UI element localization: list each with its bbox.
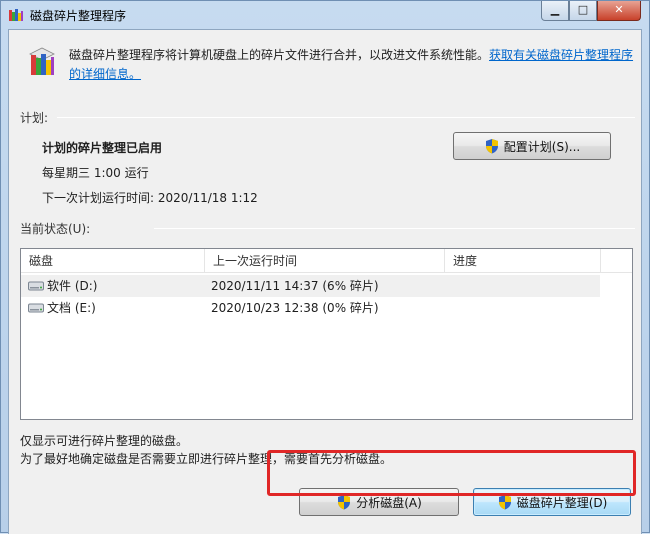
column-header-last-run[interactable]: 上一次运行时间: [205, 249, 445, 273]
configure-schedule-button[interactable]: 配置计划(S)...: [453, 132, 611, 160]
maximize-button[interactable]: □: [569, 1, 597, 21]
analyze-disk-label: 分析磁盘(A): [356, 495, 422, 510]
schedule-frequency: 每星期三 1:00 运行: [42, 166, 149, 180]
minimize-button[interactable]: ▁: [541, 1, 569, 21]
last-run-time: 2020/11/11 14:37 (6% 碎片): [211, 279, 379, 293]
disk-name: 软件 (D:): [47, 279, 98, 293]
hard-drive-icon: [28, 303, 44, 313]
description-text: 磁盘碎片整理程序将计算机硬盘上的碎片文件进行合并，以改进文件系统性能。: [69, 48, 490, 62]
column-header-disk[interactable]: 磁盘: [21, 249, 205, 273]
table-row[interactable]: 软件 (D:) 2020/11/11 14:37 (6% 碎片): [21, 275, 600, 297]
disk-name: 文档 (E:): [47, 301, 96, 315]
status-section-label: 当前状态(U):: [20, 222, 91, 236]
close-icon: ✕: [614, 3, 624, 16]
status-divider: [154, 228, 635, 229]
hard-drive-icon: [28, 281, 44, 291]
window-title: 磁盘碎片整理程序: [30, 9, 127, 23]
defrag-app-icon: [9, 9, 23, 21]
window-controls: ▁ □ ✕: [541, 1, 641, 21]
schedule-status: 计划的碎片整理已启用: [42, 141, 163, 155]
disk-list[interactable]: 磁盘 上一次运行时间 进度 软件 (D:) 2020/11/11 14:37 (…: [20, 248, 633, 420]
configure-schedule-label: 配置计划(S)...: [503, 139, 581, 154]
defrag-large-icon: [29, 47, 55, 75]
maximize-icon: □: [577, 3, 589, 16]
schedule-next-run: 下一次计划运行时间: 2020/11/18 1:12: [42, 191, 258, 205]
minimize-icon: ▁: [550, 3, 560, 16]
column-header-progress[interactable]: 进度: [445, 249, 601, 273]
defragment-disk-label: 磁盘碎片整理(D): [516, 495, 608, 510]
uac-shield-icon: [485, 139, 498, 154]
table-row[interactable]: 文档 (E:) 2020/10/23 12:38 (0% 碎片): [21, 297, 600, 319]
schedule-section-label: 计划:: [20, 111, 49, 125]
description-block: 磁盘碎片整理程序将计算机硬盘上的碎片文件进行合并，以改进文件系统性能。获取有关磁…: [69, 46, 637, 84]
list-header: 磁盘 上一次运行时间 进度: [21, 249, 632, 273]
defrag-window: 磁盘碎片整理程序 ▁ □ ✕ 磁盘碎片整理程序将计算机硬盘上的碎片文件进行合并，…: [0, 0, 650, 534]
schedule-divider: [57, 117, 635, 118]
note-defraggable-disks: 仅显示可进行碎片整理的磁盘。: [20, 434, 189, 448]
uac-shield-icon: [498, 495, 511, 510]
last-run-time: 2020/10/23 12:38 (0% 碎片): [211, 301, 379, 315]
close-button[interactable]: ✕: [597, 1, 641, 21]
uac-shield-icon: [338, 495, 351, 510]
annotation-highlight-box: [267, 450, 636, 496]
title-bar[interactable]: 磁盘碎片整理程序 ▁ □ ✕: [1, 1, 649, 29]
